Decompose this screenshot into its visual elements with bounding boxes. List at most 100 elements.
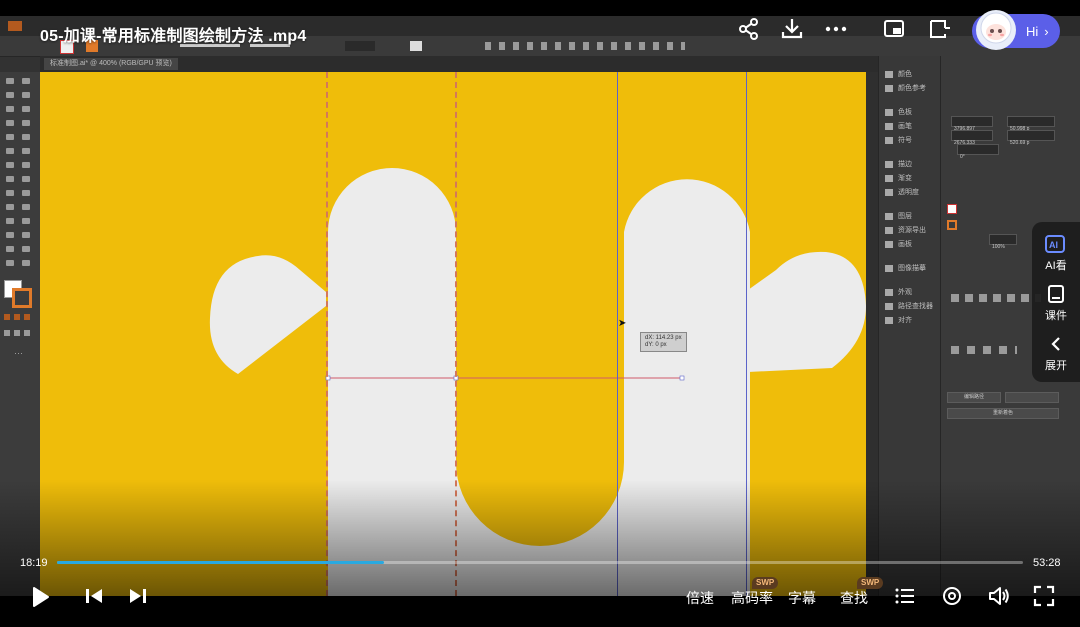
- angle-field[interactable]: 0°: [957, 144, 999, 160]
- stroke-icon[interactable]: [947, 220, 957, 230]
- panel-item[interactable]: 对齐: [885, 316, 912, 326]
- speed-button[interactable]: 倍速: [686, 588, 714, 608]
- panel-item[interactable]: 符号: [885, 136, 912, 146]
- recolor-button[interactable]: 重新着色: [947, 408, 1059, 419]
- type-tool-icon[interactable]: [6, 120, 14, 126]
- panel-item[interactable]: 色板: [885, 108, 912, 118]
- panel-item[interactable]: 资源导出: [885, 226, 926, 236]
- aux-button[interactable]: [1005, 392, 1059, 403]
- curvature-tool-icon[interactable]: [22, 106, 30, 112]
- graph-tool-icon[interactable]: [22, 232, 30, 238]
- stroke-color-icon[interactable]: [12, 288, 32, 308]
- search-badge: SWP: [857, 577, 884, 589]
- courseware-label: 课件: [1045, 310, 1067, 322]
- playlist-icon[interactable]: [893, 584, 917, 608]
- shaper-tool-icon[interactable]: [6, 148, 14, 154]
- lasso-tool-icon[interactable]: [22, 92, 30, 98]
- symbol-sprayer-tool-icon[interactable]: [6, 232, 14, 238]
- search-button[interactable]: 查找: [840, 588, 868, 608]
- fill-icon[interactable]: [947, 204, 957, 214]
- ai-watch-button[interactable]: AI AI看: [1032, 234, 1080, 273]
- download-icon[interactable]: [779, 16, 805, 42]
- brushes-icon: [885, 122, 893, 130]
- fullscreen-icon[interactable]: [1032, 584, 1056, 608]
- chevron-right-icon: ›: [1044, 24, 1049, 39]
- settings-icon[interactable]: [940, 584, 964, 608]
- y-field[interactable]: 2676.333: [951, 130, 993, 146]
- eyedropper-tool-icon[interactable]: [6, 218, 14, 224]
- courseware-button[interactable]: 课件: [1032, 284, 1080, 323]
- width-tool-icon[interactable]: [6, 176, 14, 182]
- eraser-tool-icon[interactable]: [22, 148, 30, 154]
- picture-in-picture-icon[interactable]: [882, 16, 908, 42]
- more-icon[interactable]: [823, 16, 849, 42]
- top-black-bar: [0, 0, 1080, 16]
- artboard-tool-icon[interactable]: [6, 246, 14, 252]
- more-tools-icon[interactable]: ···: [14, 348, 23, 358]
- align-buttons[interactable]: [951, 294, 1041, 302]
- progress-bar[interactable]: [57, 561, 1023, 564]
- panel-item[interactable]: 颜色参考: [885, 84, 926, 94]
- document-tab[interactable]: 标准制图.ai* @ 400% (RGB/GPU 预览): [44, 58, 178, 70]
- slice-tool-icon[interactable]: [22, 246, 30, 252]
- width-field[interactable]: 50.998 p: [1007, 116, 1055, 132]
- share-icon[interactable]: [736, 16, 762, 42]
- quality-button[interactable]: 高码率: [731, 588, 773, 608]
- volume-icon[interactable]: [987, 584, 1011, 608]
- symbols-icon: [885, 136, 893, 144]
- progress-fill: [57, 561, 385, 564]
- measure-dy: dY: 0 px: [645, 342, 667, 348]
- panel-item[interactable]: 图层: [885, 212, 912, 222]
- line-tool-icon[interactable]: [22, 120, 30, 126]
- free-transform-tool-icon[interactable]: [22, 176, 30, 182]
- play-icon[interactable]: [28, 585, 52, 609]
- selection-tool-icon[interactable]: [6, 78, 14, 84]
- draw-mode-icons[interactable]: [4, 330, 32, 336]
- panel-item[interactable]: 透明度: [885, 188, 919, 198]
- expand-label: 展开: [1045, 360, 1067, 372]
- direct-selection-tool-icon[interactable]: [22, 78, 30, 84]
- panel-item[interactable]: 描边: [885, 160, 912, 170]
- transparency-icon: [885, 188, 893, 196]
- mesh-tool-icon[interactable]: [6, 204, 14, 210]
- edit-path-button[interactable]: 编辑路径: [947, 392, 1001, 403]
- layers-icon: [885, 212, 893, 220]
- previous-icon[interactable]: [82, 584, 106, 608]
- hand-tool-icon[interactable]: [6, 260, 14, 266]
- pen-tool-icon[interactable]: [6, 106, 14, 112]
- magic-wand-tool-icon[interactable]: [6, 92, 14, 98]
- assistant-avatar-icon[interactable]: [974, 8, 1018, 52]
- color-mode-icons[interactable]: [4, 314, 32, 320]
- height-field[interactable]: 520.69 p: [1007, 130, 1055, 146]
- opacity-field[interactable]: 100%: [989, 234, 1017, 250]
- align-icons[interactable]: [485, 42, 685, 50]
- style-swatch[interactable]: [410, 41, 422, 51]
- next-icon[interactable]: [126, 584, 150, 608]
- paintbrush-tool-icon[interactable]: [22, 134, 30, 140]
- shape-builder-tool-icon[interactable]: [6, 190, 14, 196]
- perspective-tool-icon[interactable]: [22, 190, 30, 196]
- video-title: 05-加课-常用标准制图绘制方法 .mp4: [40, 28, 307, 45]
- expand-button[interactable]: 展开: [1032, 334, 1080, 373]
- panel-item[interactable]: 画板: [885, 240, 912, 250]
- panel-item[interactable]: 外观: [885, 288, 912, 298]
- pathfinder-buttons[interactable]: [951, 346, 1017, 354]
- rectangle-tool-icon[interactable]: [6, 134, 14, 140]
- document-tab-bar: 标准制图.ai* @ 400% (RGB/GPU 预览): [40, 56, 880, 72]
- panel-item[interactable]: 颜色: [885, 70, 912, 80]
- x-field[interactable]: 3796.897: [951, 116, 993, 132]
- panel-item[interactable]: 画笔: [885, 122, 912, 132]
- gradient-tool-icon[interactable]: [22, 204, 30, 210]
- zoom-tool-icon[interactable]: [22, 260, 30, 266]
- panel-item[interactable]: 图像描摹: [885, 264, 926, 274]
- popout-icon[interactable]: [926, 16, 952, 42]
- panel-item[interactable]: 渐变: [885, 174, 912, 184]
- color-icon: [885, 70, 893, 78]
- scale-tool-icon[interactable]: [22, 162, 30, 168]
- subtitle-button[interactable]: 字幕: [788, 588, 816, 608]
- blend-tool-icon[interactable]: [22, 218, 30, 224]
- panel-item[interactable]: 路径查找器: [885, 302, 933, 312]
- rotate-tool-icon[interactable]: [6, 162, 14, 168]
- assistant-label[interactable]: Hi ›: [1026, 24, 1049, 39]
- opacity-field[interactable]: [345, 41, 375, 51]
